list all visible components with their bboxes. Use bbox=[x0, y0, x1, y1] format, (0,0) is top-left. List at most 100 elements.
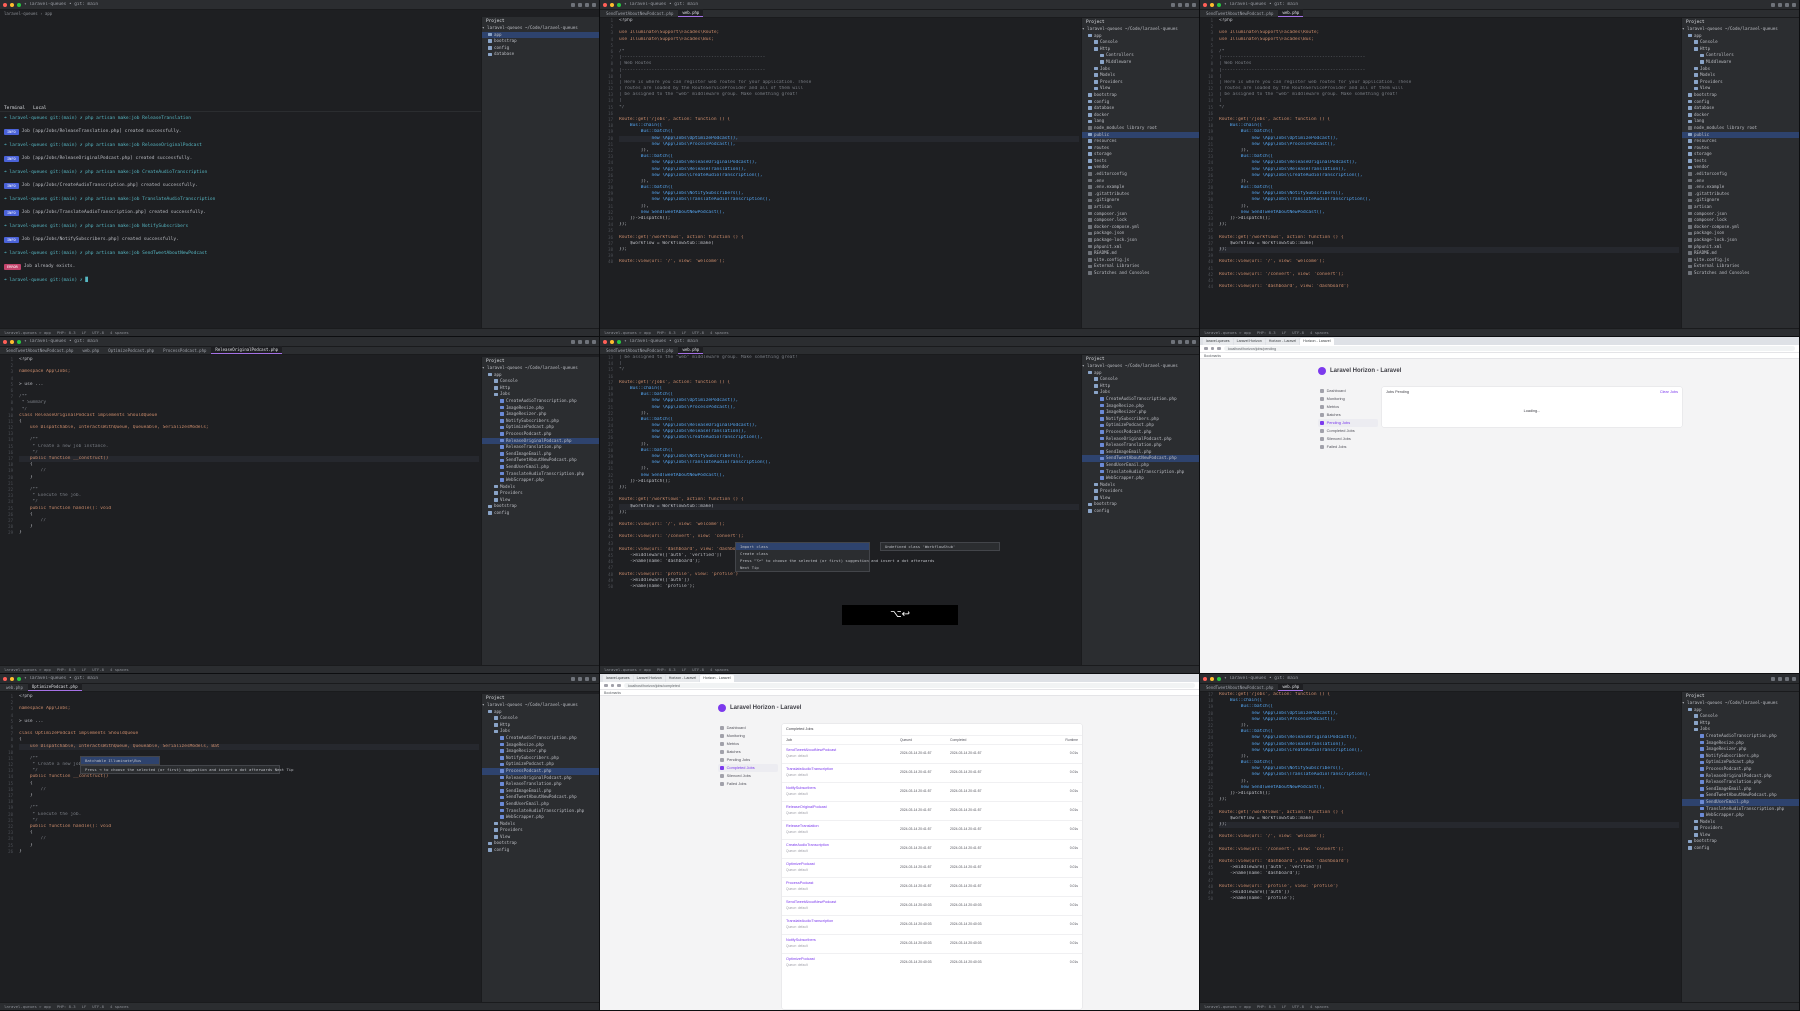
project-tree-item[interactable]: OptimizePodcast.php bbox=[1682, 759, 1799, 766]
project-tree-item[interactable]: ImageResize.php bbox=[482, 405, 599, 412]
project-tree-item[interactable]: Providers bbox=[482, 827, 599, 834]
project-root[interactable]: ▾ laravel-queues ~/Code/laravel-queues bbox=[1082, 26, 1199, 33]
project-tree-item[interactable]: Jobs bbox=[1082, 389, 1199, 396]
job-name-link[interactable]: TranslateAudioTranscription bbox=[786, 919, 833, 924]
editor-tab[interactable]: ReleaseOriginalPodcast.php bbox=[211, 345, 283, 354]
project-tree-item[interactable]: docker-compose.yml bbox=[1682, 224, 1799, 231]
project-tree-item[interactable]: README.md bbox=[1082, 250, 1199, 257]
project-tree-item[interactable]: .editorconfig bbox=[1082, 171, 1199, 178]
job-name-link[interactable]: NotifySubscribers bbox=[786, 938, 816, 943]
table-row[interactable]: ReleaseTranslation Queue: default 2024-03-… bbox=[782, 820, 1082, 839]
project-tree-item[interactable]: package.json bbox=[1082, 230, 1199, 237]
project-tree-item[interactable]: SendImageEmail.php bbox=[1682, 786, 1799, 793]
editor-tab[interactable]: SendTweetAboutNewPodcast.php bbox=[1202, 684, 1277, 691]
editor-tab[interactable]: SendTweetAboutNewPodcast.php bbox=[602, 347, 677, 354]
editor-tab[interactable]: web.php bbox=[678, 8, 704, 17]
search-icon[interactable] bbox=[1185, 339, 1189, 344]
project-tree-item[interactable]: View bbox=[482, 497, 599, 504]
run-icon[interactable] bbox=[1771, 676, 1775, 681]
project-tree-item[interactable]: OptimizePodcast.php bbox=[1082, 422, 1199, 429]
settings-icon[interactable] bbox=[1192, 339, 1196, 344]
code-editor[interactable]: 1 2 3 4 5 6 7 8 9 10 11 12 13 14 15 16 17 18 19 20 21 22 23 24 2… bbox=[600, 18, 1081, 328]
project-tree-item[interactable]: SendUserEmail.php bbox=[1082, 462, 1199, 469]
editor-tab[interactable]: SendTweetAboutNewPodcast.php bbox=[2, 347, 77, 354]
project-tree-item[interactable]: Console bbox=[1082, 39, 1199, 46]
job-name-link[interactable]: NotifySubscribers bbox=[786, 786, 816, 791]
project-tree-item[interactable]: Http bbox=[1082, 46, 1199, 53]
project-tree-item[interactable]: CreateAudioTranscription.php bbox=[1682, 733, 1799, 740]
popup-item[interactable]: Next Tip bbox=[736, 564, 869, 571]
project-tree-item[interactable]: Models bbox=[1082, 72, 1199, 79]
project-tree-item[interactable]: Models bbox=[1682, 72, 1799, 79]
nav-item[interactable]: Metrics bbox=[718, 740, 778, 748]
close-window-icon[interactable] bbox=[1203, 676, 1207, 681]
settings-icon[interactable] bbox=[592, 676, 596, 681]
editor-tab[interactable]: web.php bbox=[678, 345, 704, 354]
project-tree-item[interactable]: app bbox=[1082, 33, 1199, 40]
editor-tab[interactable]: SendTweetAboutNewPodcast.php bbox=[1202, 10, 1277, 17]
clear-jobs-button[interactable]: Clear Jobs bbox=[1660, 390, 1678, 395]
project-tree-item[interactable]: lang bbox=[1082, 118, 1199, 125]
project-tree-item[interactable]: bootstrap bbox=[1082, 92, 1199, 99]
project-tree-item[interactable]: Jobs bbox=[1082, 66, 1199, 73]
editor-tab[interactable]: web.php bbox=[78, 347, 103, 354]
nav-item[interactable]: Failed Jobs bbox=[1318, 443, 1378, 451]
nav-item[interactable]: Monitoring bbox=[718, 732, 778, 740]
editor-tab[interactable]: ProcessPodcast.php bbox=[159, 347, 210, 354]
project-tree-item[interactable]: app bbox=[482, 372, 599, 379]
project-tree-item[interactable]: bootstrap bbox=[482, 503, 599, 510]
nav-item[interactable]: Completed Jobs bbox=[1318, 427, 1378, 435]
project-tree-item[interactable]: ProcessPodcast.php bbox=[1682, 766, 1799, 773]
terminal-panel[interactable]: Terminal Local ➜ laravel-queues git:(main)… bbox=[0, 104, 481, 328]
minimize-window-icon[interactable] bbox=[1210, 2, 1214, 7]
job-name-link[interactable]: OptimizePodcast bbox=[786, 957, 815, 962]
project-root[interactable]: ▾ laravel-queues ~/Code/laravel-queues bbox=[1682, 700, 1799, 707]
project-tree-item[interactable]: Jobs bbox=[1682, 726, 1799, 733]
project-tree-item[interactable]: TranslateAudioTranscription.php bbox=[1082, 469, 1199, 476]
code-text[interactable]: <?php use Illuminate\Support\Facades\Rout… bbox=[619, 18, 1079, 328]
project-tree-item[interactable]: bootstrap bbox=[1082, 501, 1199, 508]
maximize-window-icon[interactable] bbox=[17, 676, 21, 681]
table-row[interactable]: TranslateAudioTranscription Queue: defaul… bbox=[782, 763, 1082, 782]
project-tree-item[interactable]: SendTweetAboutNewPodcast.php bbox=[482, 457, 599, 464]
popup-item[interactable]: Create class bbox=[736, 550, 869, 557]
project-tree-item[interactable]: bootstrap bbox=[1682, 838, 1799, 845]
project-tree-item[interactable]: Middleware bbox=[1682, 59, 1799, 66]
project-tree-item[interactable]: Http bbox=[1682, 46, 1799, 53]
project-tree-item[interactable]: Scratches and Consoles bbox=[1682, 270, 1799, 277]
code-editor[interactable]: 13 14 15 16 17 18 19 20 21 22 23 24 25 26 27 28 29 30 31 32… bbox=[600, 355, 1081, 665]
project-tree-item[interactable]: lang bbox=[1682, 118, 1799, 125]
project-tree-item[interactable]: vendor bbox=[1082, 164, 1199, 171]
minimize-window-icon[interactable] bbox=[610, 339, 614, 344]
browser-tab[interactable]: laravel-queues bbox=[603, 675, 633, 682]
search-icon[interactable] bbox=[1185, 2, 1189, 7]
project-tree-item[interactable]: database bbox=[1082, 105, 1199, 112]
forward-icon[interactable] bbox=[1210, 346, 1215, 351]
project-tree-item[interactable]: Providers bbox=[1682, 825, 1799, 832]
project-tree-item[interactable]: Console bbox=[1682, 713, 1799, 720]
project-tree-item[interactable]: .gitattributes bbox=[1682, 191, 1799, 198]
project-tree-item[interactable]: ImageResize.php bbox=[1682, 740, 1799, 747]
table-row[interactable]: CreateAudioTranscription Queue: default 20… bbox=[782, 839, 1082, 858]
project-tree-item[interactable]: ImageResizer.php bbox=[1082, 409, 1199, 416]
browser-tab[interactable]: Horizon - Laravel bbox=[665, 675, 700, 682]
project-tree-item[interactable]: Models bbox=[482, 484, 599, 491]
run-icon[interactable] bbox=[1771, 2, 1775, 7]
project-tree-item[interactable]: .env bbox=[1682, 178, 1799, 185]
project-tree-item[interactable]: config bbox=[482, 510, 599, 517]
maximize-window-icon[interactable] bbox=[617, 2, 621, 7]
nav-item[interactable]: Metrics bbox=[1318, 403, 1378, 411]
browser-tab[interactable]: Laravel Horizon bbox=[1233, 338, 1265, 345]
job-name-link[interactable]: ProcessPodcast bbox=[786, 881, 813, 886]
project-tree-item[interactable]: composer.json bbox=[1082, 211, 1199, 218]
project-tree-item[interactable]: Console bbox=[482, 378, 599, 385]
project-tree-item[interactable]: vite.config.js bbox=[1082, 257, 1199, 264]
maximize-window-icon[interactable] bbox=[17, 2, 21, 7]
project-tree-item[interactable]: ReleaseTranslation.php bbox=[482, 444, 599, 451]
project-tree-item[interactable]: bootstrap bbox=[482, 38, 599, 45]
project-tree-item[interactable]: ReleaseOriginalPodcast.php bbox=[1682, 773, 1799, 780]
project-tree-item[interactable]: phpunit.xml bbox=[1682, 244, 1799, 251]
minimize-window-icon[interactable] bbox=[1210, 676, 1214, 681]
reload-icon[interactable] bbox=[617, 683, 621, 688]
project-tree-item[interactable]: SendTweetAboutNewPodcast.php bbox=[482, 794, 599, 801]
